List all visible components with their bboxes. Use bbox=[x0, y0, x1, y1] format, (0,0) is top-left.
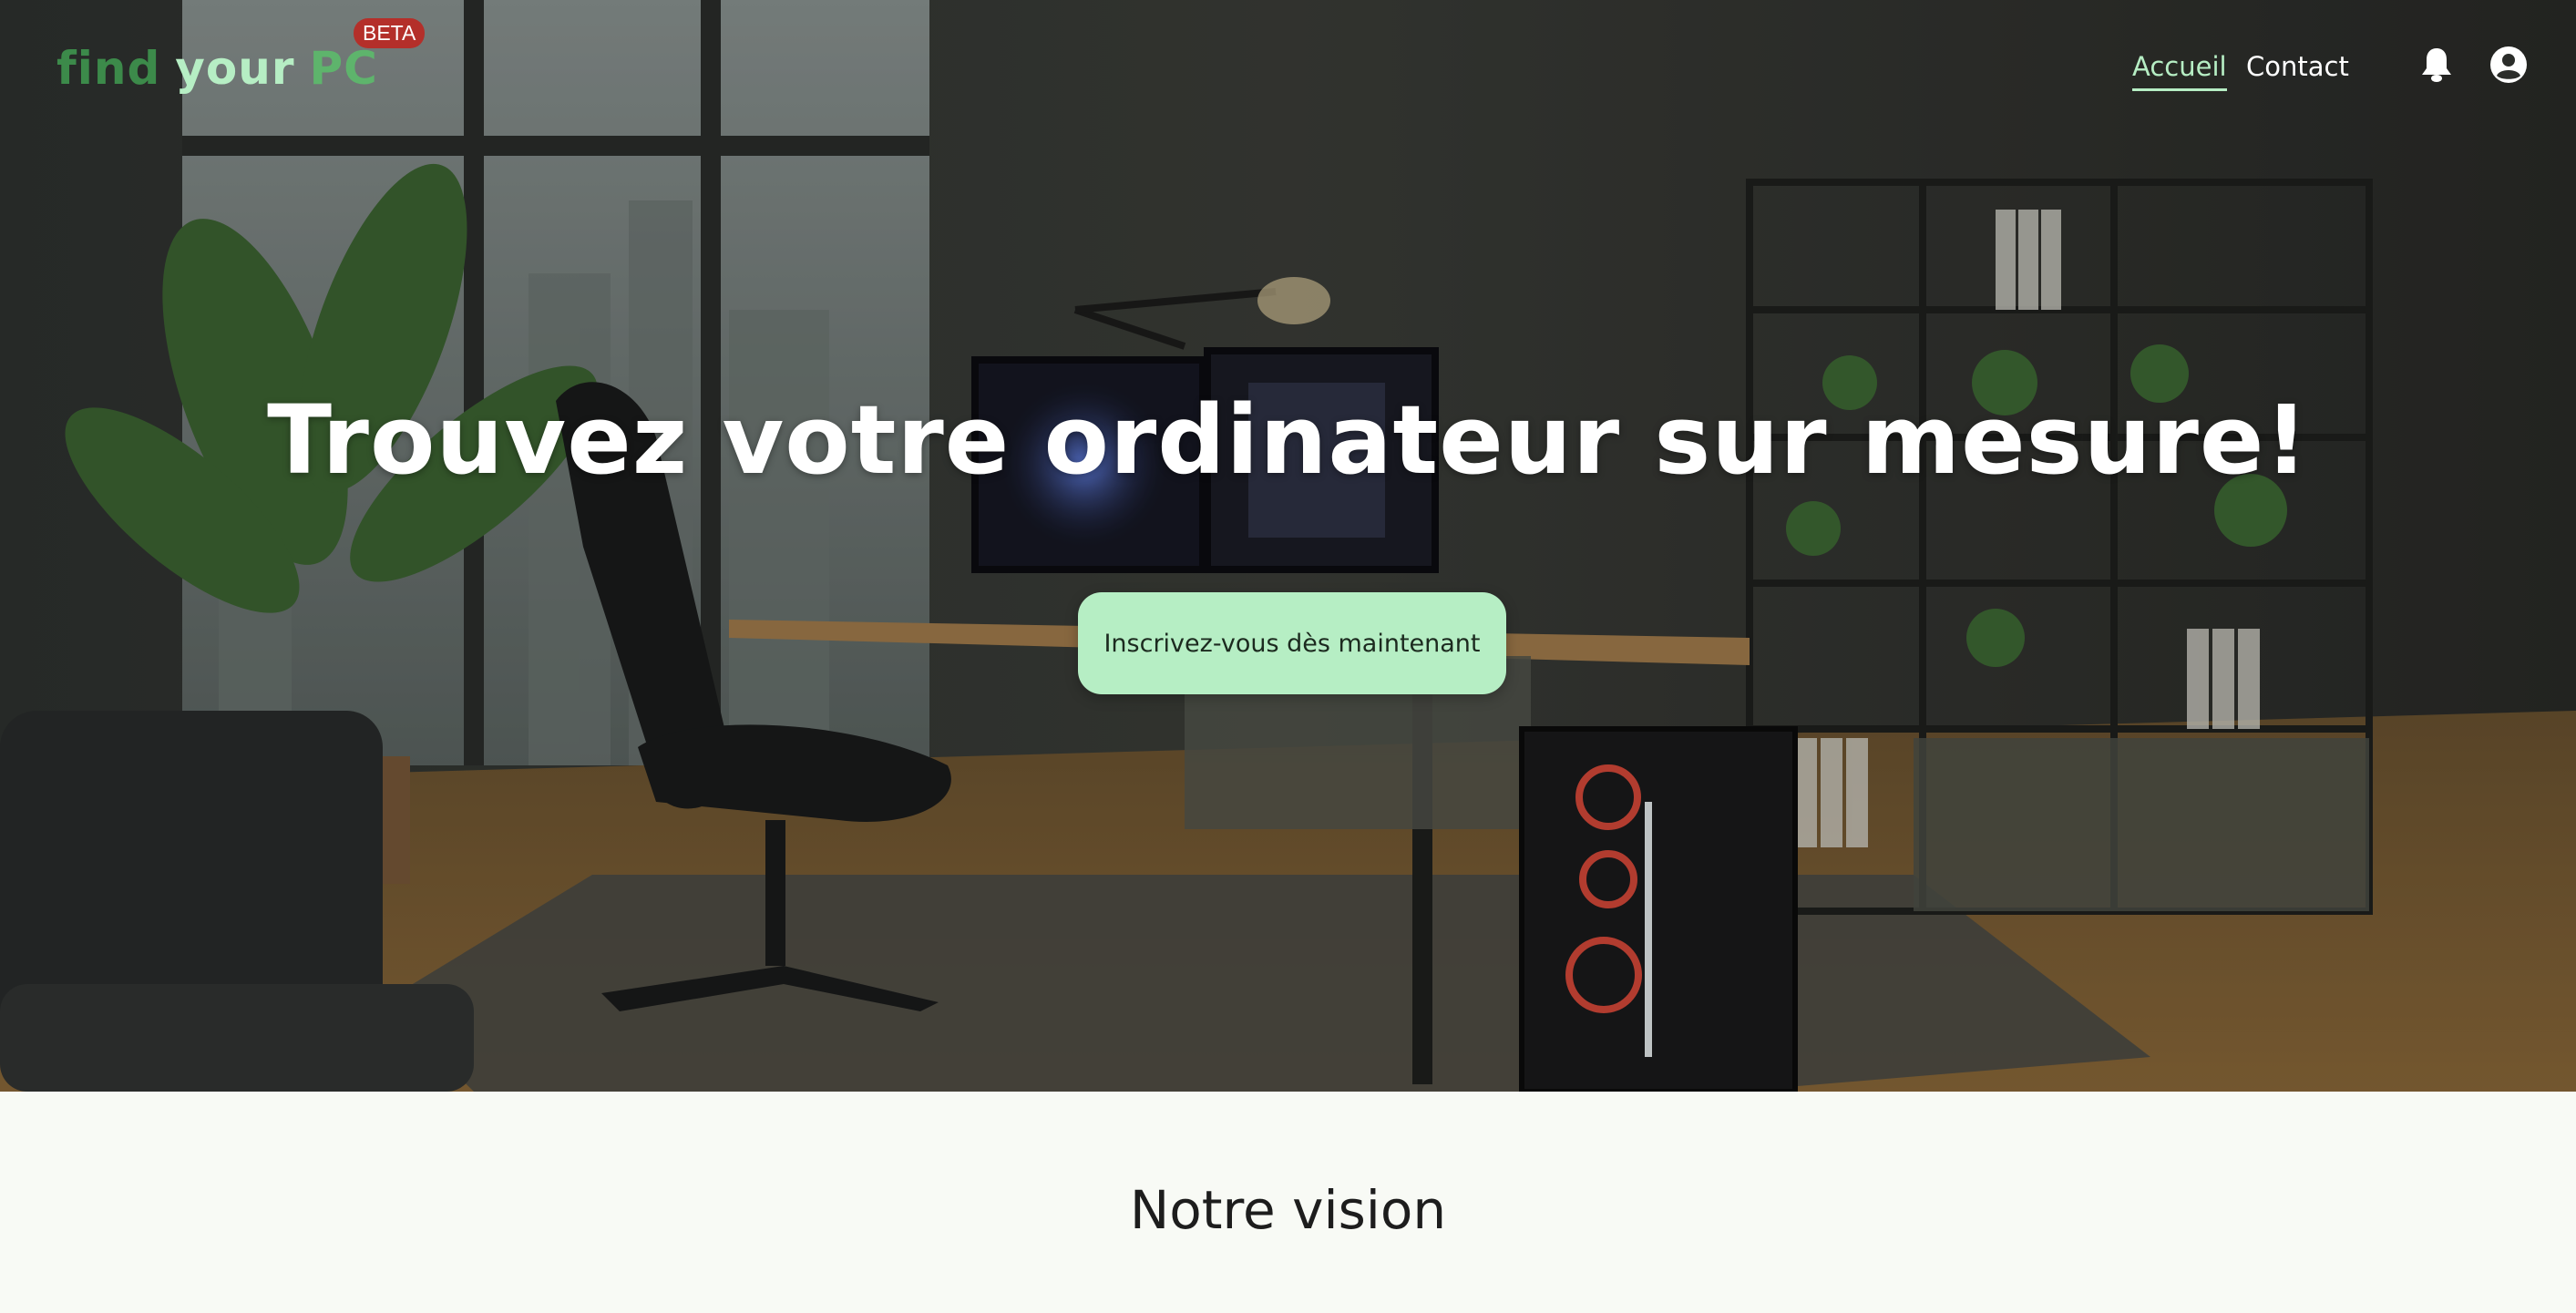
signup-cta-button[interactable]: Inscrivez-vous dès maintenant bbox=[1078, 592, 1506, 694]
logo-text-pc: PC bbox=[309, 42, 378, 95]
nav-link-contact[interactable]: Contact bbox=[2246, 51, 2349, 82]
hero-dark-overlay bbox=[0, 0, 2576, 1092]
hero-title: Trouvez votre ordinateur sur mesure! bbox=[267, 385, 2309, 496]
vision-section: Notre vision bbox=[0, 1092, 2576, 1313]
logo-text-find: find bbox=[56, 42, 161, 95]
beta-badge: BETA bbox=[354, 18, 426, 48]
user-account-icon[interactable] bbox=[2488, 44, 2530, 86]
logo-text-your: your bbox=[175, 42, 295, 95]
top-navbar: find your PC BETA Accueil Contact bbox=[0, 0, 2576, 137]
bell-icon[interactable] bbox=[2416, 44, 2458, 86]
hero-section: find your PC BETA Accueil Contact Trouve… bbox=[0, 0, 2576, 1092]
nav-link-accueil[interactable]: Accueil bbox=[2132, 51, 2227, 91]
nav-menu: Accueil Contact bbox=[2120, 0, 2576, 137]
vision-title: Notre vision bbox=[1129, 1179, 1447, 1241]
site-logo[interactable]: find your PC bbox=[56, 36, 378, 100]
